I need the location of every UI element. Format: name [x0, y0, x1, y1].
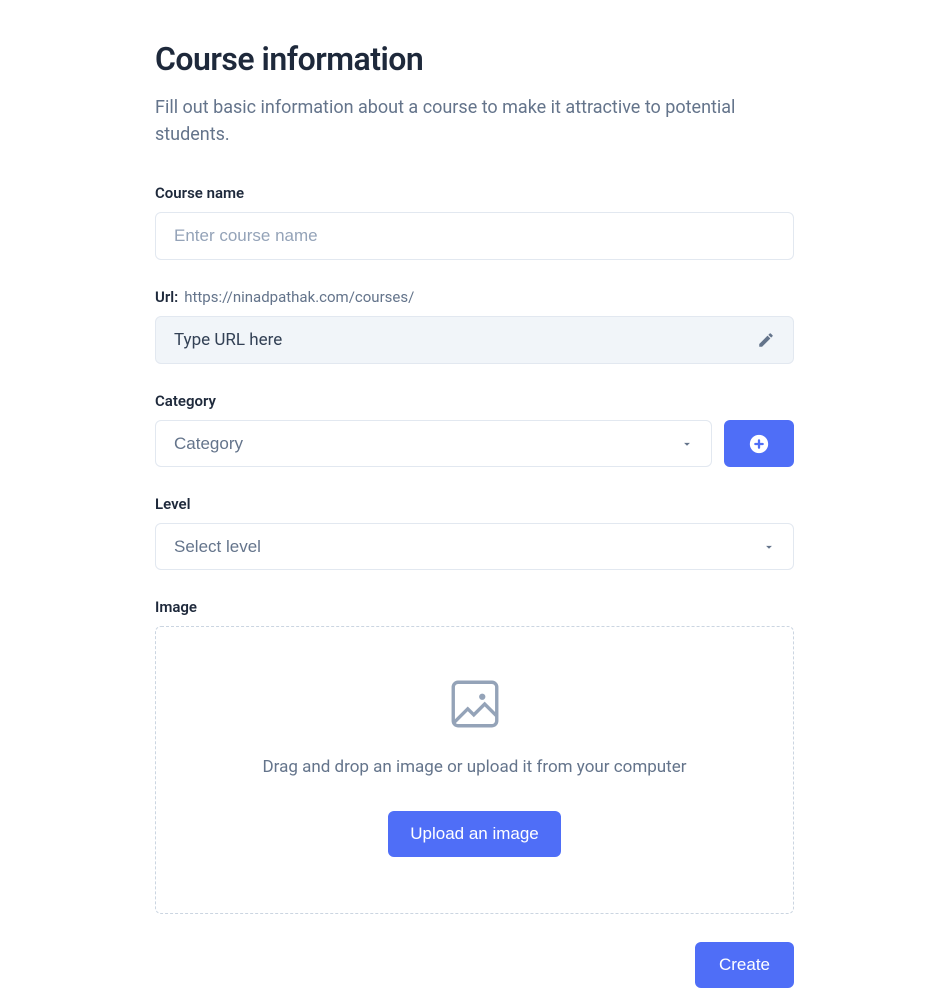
plus-circle-icon: [748, 433, 770, 455]
url-group: Url: https://ninadpathak.com/courses/ Ty…: [155, 288, 794, 364]
course-name-input[interactable]: [155, 212, 794, 260]
category-label: Category: [155, 392, 794, 410]
footer-row: Create: [155, 942, 794, 988]
level-group: Level Select level: [155, 495, 794, 570]
level-select[interactable]: Select level: [155, 523, 794, 570]
create-button[interactable]: Create: [695, 942, 794, 988]
image-placeholder-icon: [446, 675, 504, 733]
url-input[interactable]: Type URL here: [155, 316, 794, 364]
add-category-button[interactable]: [724, 420, 794, 467]
upload-image-button[interactable]: Upload an image: [388, 811, 561, 857]
category-group: Category Category: [155, 392, 794, 467]
page-title: Course information: [155, 40, 794, 78]
url-label: Url:: [155, 288, 178, 306]
url-placeholder-text: Type URL here: [174, 330, 282, 350]
dropzone-text: Drag and drop an image or upload it from…: [262, 757, 686, 777]
url-base-text: https://ninadpathak.com/courses/: [184, 288, 414, 306]
course-name-group: Course name: [155, 184, 794, 260]
category-select-wrapper: Category: [155, 420, 712, 467]
level-label: Level: [155, 495, 794, 513]
url-label-row: Url: https://ninadpathak.com/courses/: [155, 288, 794, 306]
category-select[interactable]: Category: [155, 420, 712, 467]
level-select-wrapper: Select level: [155, 523, 794, 570]
pencil-icon: [757, 331, 775, 349]
course-name-label: Course name: [155, 184, 794, 202]
page-description: Fill out basic information about a cours…: [155, 94, 794, 148]
image-group: Image Drag and drop an image or upload i…: [155, 598, 794, 914]
image-label: Image: [155, 598, 794, 616]
image-dropzone[interactable]: Drag and drop an image or upload it from…: [155, 626, 794, 914]
category-row: Category: [155, 420, 794, 467]
